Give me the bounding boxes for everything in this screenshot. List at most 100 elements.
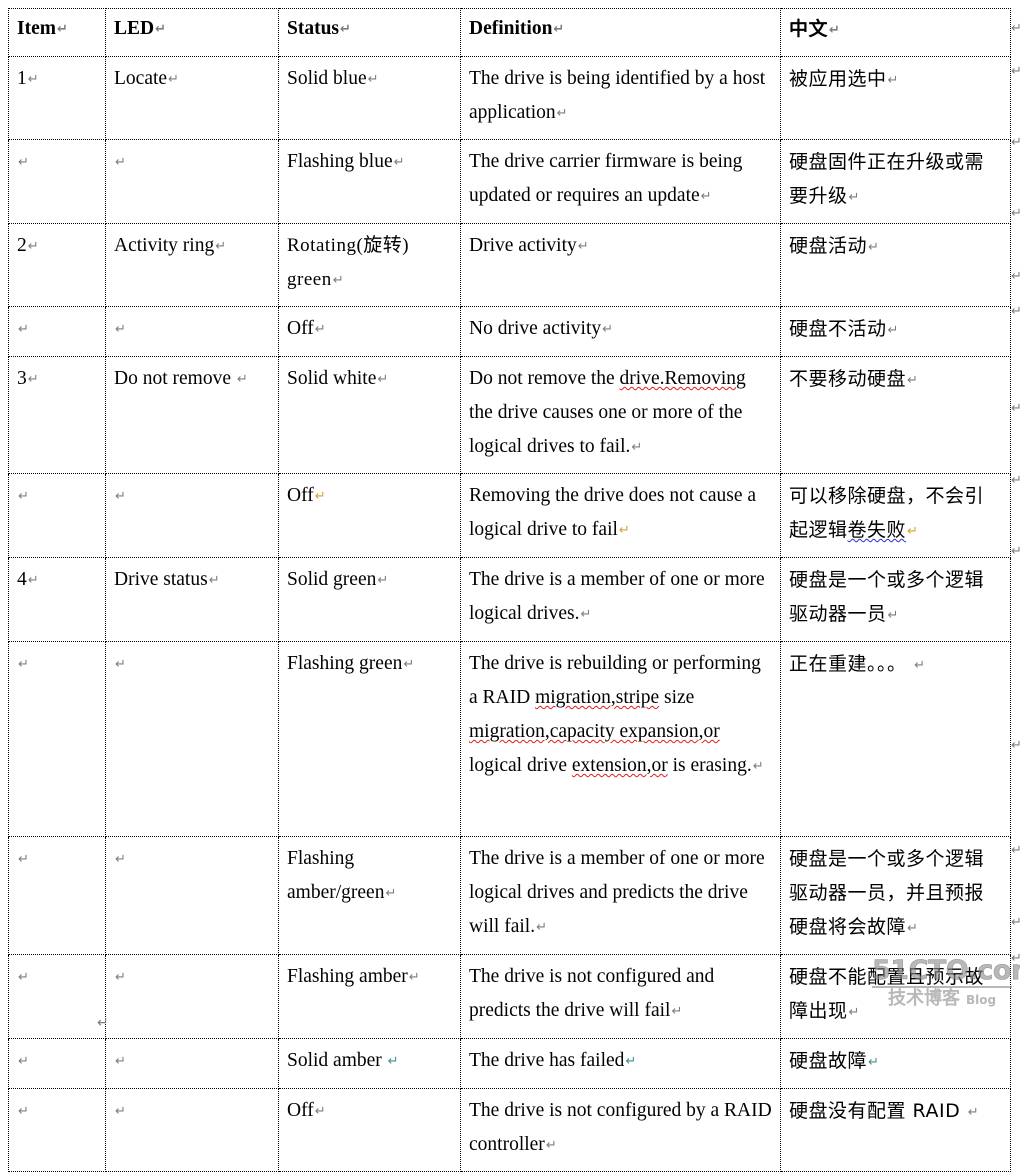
header-cell-led: LED↵: [105, 8, 279, 57]
cell-status: Off↵: [278, 1088, 461, 1172]
cell-text: The drive is a member of one or more log…: [469, 848, 765, 937]
pilcrow-icon: ↵: [671, 1004, 683, 1019]
pilcrow-icon: ↵: [115, 852, 126, 867]
cell-led: Do not remove ↵: [105, 356, 279, 474]
pilcrow-icon: ↵: [1011, 304, 1020, 319]
pilcrow-icon: ↵: [868, 240, 880, 255]
cell-chinese: 硬盘活动↵: [780, 223, 1011, 307]
pilcrow-icon: ↵: [868, 1055, 880, 1070]
table-row: ↵ ↵ Flashing blue↵ The drive carrier fir…: [8, 139, 1011, 224]
cell-definition: Drive activity↵: [460, 223, 781, 307]
pilcrow-icon: ↵: [18, 657, 29, 672]
cell-item: ↵: [8, 1088, 106, 1172]
cell-text: 硬盘不能配置且预示故障出现: [789, 966, 985, 1022]
pilcrow-icon: ↵: [887, 323, 899, 338]
pilcrow-icon: ↵: [18, 1054, 29, 1069]
cell-text: Solid white: [287, 368, 377, 389]
pilcrow-icon: ↵: [377, 372, 389, 387]
pilcrow-icon: ↵: [367, 72, 379, 87]
pilcrow-icon: ↵: [914, 658, 926, 673]
cell-status: Solid white↵: [278, 356, 461, 474]
pilcrow-icon: ↵: [700, 189, 712, 204]
header-label-definition: Definition: [469, 18, 553, 39]
pilcrow-icon: ↵: [18, 489, 29, 504]
table-row: 2↵ Activity ring↵ Rotating(旋转) green↵ Dr…: [8, 223, 1011, 307]
pilcrow-icon: ↵: [1011, 915, 1020, 930]
pilcrow-icon: ↵: [1011, 135, 1020, 150]
pilcrow-icon: ↵: [631, 440, 643, 455]
cell-text: 不要移动硬盘: [789, 368, 907, 390]
cell-status: Solid blue↵: [278, 56, 461, 140]
cell-definition: The drive is a member of one or more log…: [460, 836, 781, 955]
pilcrow-icon: ↵: [580, 607, 592, 622]
header-label-led: LED: [114, 18, 155, 39]
pilcrow-icon: ↵: [408, 970, 420, 985]
cell-chinese: 硬盘没有配置 RAID ↵: [780, 1088, 1011, 1172]
pilcrow-icon: ↵: [385, 886, 397, 901]
pilcrow-icon: ↵: [1011, 738, 1020, 753]
cell-text: 1: [17, 68, 27, 89]
cell-item: ↵: [8, 836, 106, 955]
header-label-chinese: 中文: [789, 18, 829, 40]
cell-led: ↵: [105, 836, 279, 955]
flagged-text: 卷失败: [847, 519, 907, 541]
pilcrow-icon: ↵: [155, 22, 167, 37]
table-row: ↵ ↵ Off↵ No drive activity↵ 硬盘不活动↵: [8, 306, 1011, 357]
pilcrow-icon: ↵: [403, 657, 415, 672]
cell-chinese: 硬盘是一个或多个逻辑驱动器一员↵: [780, 557, 1011, 642]
table-row: ↵ ↵ Flashing amber↵ The drive is not con…: [8, 954, 1011, 1039]
cell-text: 被应用选中: [789, 68, 887, 90]
pilcrow-icon: ↵: [236, 372, 248, 387]
cell-item: ↵: [8, 306, 106, 357]
cell-led: ↵: [105, 139, 279, 224]
cell-text: 4: [17, 569, 27, 590]
misspelled-text: migration,capacity expansion,or: [469, 721, 720, 742]
cell-led: ↵: [105, 954, 279, 1039]
cell-text: 硬盘固件正在升级或需要升级: [789, 151, 985, 207]
pilcrow-icon: ↵: [215, 239, 227, 254]
cell-text: 3: [17, 368, 27, 389]
header-label-item: Item: [17, 18, 56, 39]
cell-text: Off: [287, 485, 314, 506]
cell-text: Drive activity: [469, 235, 577, 256]
cell-item: 3↵: [8, 356, 106, 474]
cell-led: Activity ring↵: [105, 223, 279, 307]
pilcrow-icon: ↵: [168, 72, 179, 87]
pilcrow-icon-after-table: ↵: [97, 1015, 109, 1031]
cell-text: 硬盘故障: [789, 1050, 868, 1072]
cell-text: 硬盘是一个或多个逻辑驱动器一员，并且预报硬盘将会故障: [789, 848, 985, 938]
cell-text: The drive is a member of one or more log…: [469, 569, 765, 624]
cell-definition: The drive is not configured and predicts…: [460, 954, 781, 1039]
pilcrow-icon: ↵: [115, 970, 126, 985]
cell-chinese: 可以移除硬盘，不会引起逻辑卷失败↵: [780, 473, 1011, 558]
cell-text: Flashing amber/green: [287, 848, 385, 903]
cell-text: 2: [17, 235, 27, 256]
cell-definition: Removing the drive does not cause a logi…: [460, 473, 781, 558]
cell-item: ↵: [8, 641, 106, 837]
pilcrow-icon: ↵: [967, 1105, 980, 1120]
pilcrow-icon: ↵: [602, 322, 614, 337]
drive-led-status-table: Item↵ LED↵ Status↵ Definition↵ 中文↵ 1↵ Lo…: [8, 8, 1011, 1172]
cell-status: Flashing amber↵: [278, 954, 461, 1039]
pilcrow-icon: ↵: [27, 372, 39, 387]
pilcrow-icon: ↵: [18, 1104, 29, 1119]
pilcrow-icon: ↵: [848, 1005, 860, 1020]
cell-item: ↵: [8, 954, 106, 1039]
pilcrow-icon: ↵: [340, 22, 351, 37]
cell-text: 正在重建。。。: [789, 653, 907, 675]
pilcrow-icon: ↵: [577, 239, 589, 254]
header-cell-item: Item↵: [8, 8, 106, 57]
pilcrow-icon: ↵: [332, 273, 345, 288]
pilcrow-icon: ↵: [27, 573, 39, 588]
pilcrow-icon: ↵: [1011, 206, 1020, 221]
cell-led: ↵: [105, 306, 279, 357]
cell-item: 1↵: [8, 56, 106, 140]
pilcrow-icon: ↵: [887, 73, 899, 88]
pilcrow-icon: ↵: [907, 921, 919, 936]
pilcrow-icon: ↵: [1011, 21, 1020, 36]
table-row: 4↵ Drive status↵ Solid green↵ The drive …: [8, 557, 1011, 642]
misspelled-text: extension,or: [571, 755, 668, 776]
pilcrow-icon: ↵: [907, 524, 919, 539]
table-row: ↵ ↵ Flashing green↵ The drive is rebuild…: [8, 641, 1011, 837]
cell-definition: The drive carrier firmware is being upda…: [460, 139, 781, 224]
